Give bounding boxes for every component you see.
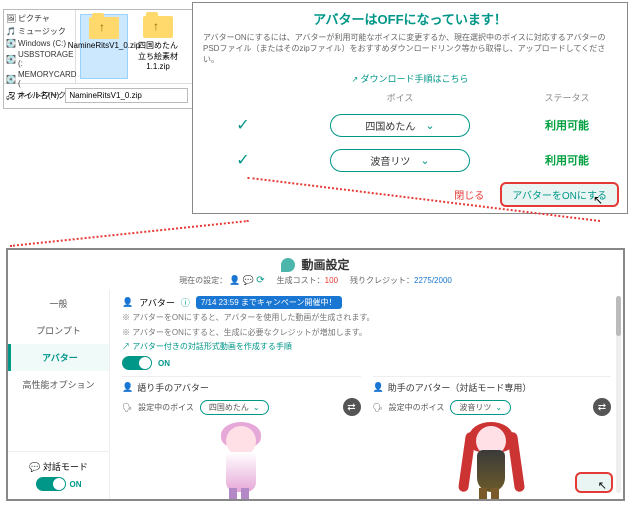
person-icon [373, 382, 384, 393]
swap-button[interactable]: ⇄ [343, 398, 361, 416]
assistant-voice-select[interactable]: 波音リツ [450, 400, 511, 415]
col-voice: ボイス [273, 91, 527, 104]
toggle-on-label: ON [70, 480, 82, 489]
voice-row: ✓ 四国めたん 利用可能 [193, 108, 627, 143]
scrollbar-thumb[interactable] [616, 296, 621, 336]
file-explorer: 🖼ピクチャ 🎵ミュージック 💽Windows (C:) 💽USBSTORAGE … [3, 9, 193, 109]
avatar-settings-main: アバター ⓘ 7/14 23:59 までキャンペーン開催中！ ※ アバターをON… [110, 290, 623, 499]
scrollbar[interactable] [616, 296, 621, 493]
sidebar-item-avatar[interactable]: アバター [8, 344, 109, 371]
filename-label: ファイル名(N): [8, 90, 61, 101]
disk-icon: 💽 [6, 55, 15, 64]
disk-icon: 💽 [6, 39, 15, 48]
status-available: 利用可能 [527, 152, 607, 168]
file-item[interactable]: NamineRitsV1_0.zip [80, 14, 128, 79]
image-icon: 🖼 [6, 14, 15, 23]
file-item[interactable]: 四国めたん立ち絵素材1.1.zip [134, 14, 182, 79]
tree-item[interactable]: 💽USBSTORAGE (: [6, 49, 73, 69]
voice-select[interactable]: 波音リツ [330, 149, 470, 172]
chat-icon [243, 276, 254, 285]
zip-icon [89, 17, 119, 39]
sidebar-item-prompt[interactable]: プロンプト [8, 317, 109, 344]
file-name: NamineRitsV1_0.zip [68, 41, 140, 50]
modal-title: アバターはOFFになっています！ [193, 3, 627, 32]
reset-icon[interactable]: ⟳ [256, 275, 264, 286]
connector-line [10, 220, 249, 247]
status-available: 利用可能 [527, 117, 607, 133]
settings-sidebar: 一般 プロンプト アバター 高性能オプション 対話モード ON [8, 290, 110, 499]
col-status: ステータス [527, 91, 607, 104]
confirm-button[interactable]: ↖ [575, 472, 613, 493]
narrator-avatar-column: 語り手のアバター 🗣 設定中のボイス 四国めたん ⇄ [122, 376, 361, 499]
music-icon: 🎵 [6, 27, 15, 36]
toggle-on-label: ON [158, 359, 170, 368]
cursor-icon: ↖ [598, 479, 607, 492]
dialog-mode-toggle[interactable] [36, 477, 66, 491]
download-guide-link[interactable]: ダウンロード手順はこちら [193, 70, 627, 91]
file-list: NamineRitsV1_0.zip 四国めたん立ち絵素材1.1.zip [76, 10, 192, 83]
tree-item[interactable]: 💽MEMORYCARD ( [6, 69, 73, 89]
disk-icon: 💽 [6, 75, 15, 84]
person-icon [122, 382, 133, 393]
person-icon [122, 297, 133, 308]
narrator-avatar-preview [122, 416, 361, 499]
cursor-icon: ↖ [593, 193, 603, 207]
file-name: 四国めたん立ち絵素材1.1.zip [136, 40, 180, 71]
voice-row: ✓ 波音リツ 利用可能 [193, 143, 627, 178]
person-icon [229, 276, 240, 285]
tree-item[interactable]: 🎵ミュージック [6, 25, 73, 38]
avatar-off-modal: アバターはOFFになっています！ アバターONにするには、アバターが利用可能なボ… [192, 2, 628, 214]
tree-item[interactable]: 🖼ピクチャ [6, 12, 73, 25]
check-icon: ✓ [213, 115, 273, 135]
swap-button[interactable]: ⇄ [593, 398, 611, 416]
zip-icon [143, 16, 173, 38]
note: ※ アバターをONにすると、生成に必要なクレジットが増加します。 [122, 324, 611, 339]
campaign-badge: 7/14 23:59 までキャンペーン開催中！ [196, 296, 342, 309]
sidebar-item-general[interactable]: 一般 [8, 290, 109, 317]
avatar-label: アバター [139, 296, 175, 309]
panel-title: 動画設定 [301, 256, 349, 273]
cost-label: 生成コスト：100 [277, 275, 338, 286]
dialog-mode-label: 対話モード [29, 460, 88, 473]
credit-label: 残りクレジット：2275/2000 [350, 275, 452, 286]
logo-icon [281, 258, 295, 272]
check-icon: ✓ [213, 150, 273, 170]
explorer-tree: 🖼ピクチャ 🎵ミュージック 💽Windows (C:) 💽USBSTORAGE … [4, 10, 76, 83]
sidebar-item-advanced[interactable]: 高性能オプション [8, 371, 109, 398]
narrator-voice-select[interactable]: 四国めたん [200, 400, 269, 415]
voice-select[interactable]: 四国めたん [330, 114, 470, 137]
filename-input[interactable] [65, 88, 188, 103]
video-settings-panel: 動画設定 現在の設定： ⟳ 生成コスト：100 残りクレジット：2275/200… [6, 248, 625, 501]
tree-item[interactable]: 💽Windows (C:) [6, 38, 73, 49]
note: ※ アバターをONにすると、アバターを使用した動画が生成されます。 [122, 309, 611, 324]
modal-description: アバターONにするには、アバターが利用可能なボイスに変更するか、現在選択中のボイ… [193, 32, 627, 70]
chat-icon [29, 462, 40, 472]
avatar-toggle[interactable] [122, 356, 152, 370]
avatar-on-button[interactable]: アバターをONにする ↖ [500, 182, 619, 207]
avatar-guide-link[interactable]: アバター付きの対話形式動画を作成する手順 [122, 339, 611, 354]
